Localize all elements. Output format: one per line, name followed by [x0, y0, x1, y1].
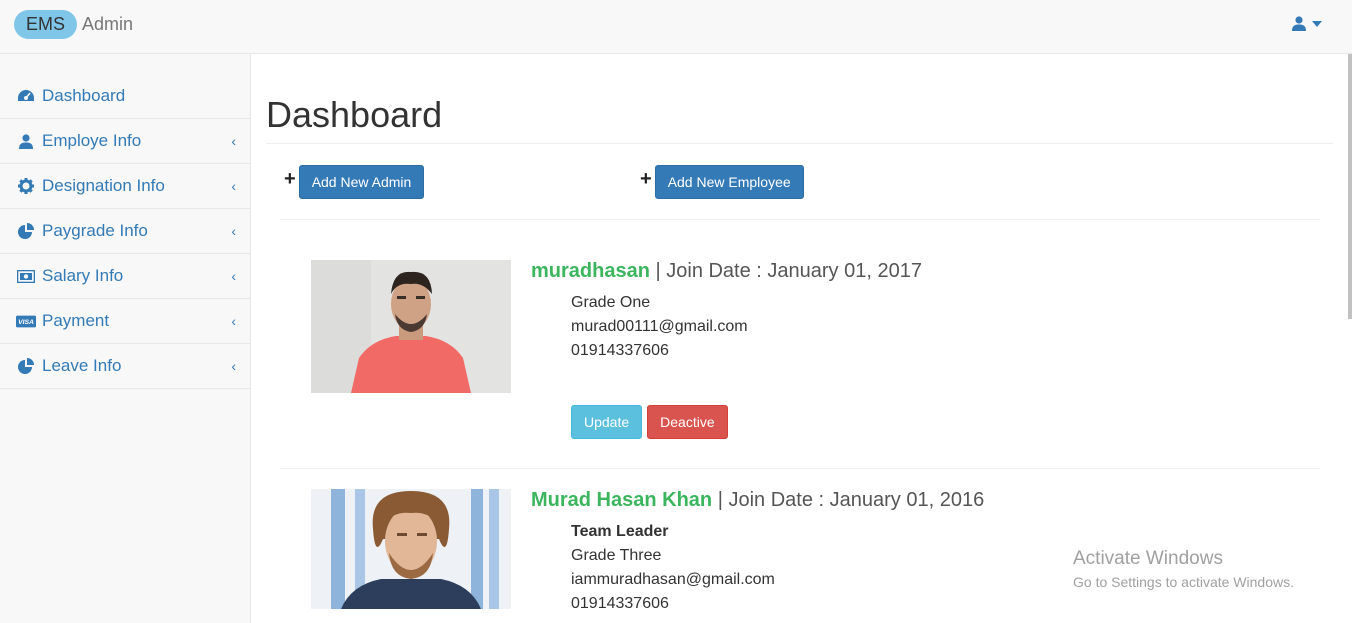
sidebar: Dashboard Employe Info ‹ Designation Inf… — [0, 54, 251, 623]
employee-phone: 01914337606 — [571, 595, 669, 612]
sidebar-item-dashboard[interactable]: Dashboard — [0, 74, 250, 119]
sidebar-item-label: Salary Info — [42, 266, 124, 285]
divider — [280, 468, 1320, 469]
chevron-down-icon — [1312, 20, 1322, 27]
divider — [266, 143, 1333, 144]
pie-chart-icon — [16, 357, 36, 375]
employee-email: iammuradhasan@gmail.com — [571, 571, 775, 588]
gear-icon — [16, 177, 36, 195]
sidebar-item-label: Leave Info — [42, 356, 122, 375]
employee-photo — [311, 489, 511, 609]
sidebar-item-label: Payment — [42, 311, 110, 330]
money-icon — [16, 267, 36, 285]
user-icon — [1292, 16, 1306, 31]
user-icon — [16, 132, 36, 150]
dashboard-icon — [16, 87, 36, 105]
sidebar-item-designation-info[interactable]: Designation Info ‹ — [0, 164, 250, 209]
scrollbar[interactable] — [1348, 54, 1352, 319]
employee-name[interactable]: muradhasan — [531, 260, 650, 282]
user-menu-dropdown[interactable] — [1292, 16, 1322, 31]
employee-grade: Grade One — [571, 294, 651, 311]
chevron-left-icon: ‹ — [231, 178, 236, 194]
employee-grade: Grade Three — [571, 547, 662, 564]
chevron-left-icon: ‹ — [231, 133, 236, 149]
windows-activation-watermark: Activate Windows Go to Settings to activ… — [1073, 548, 1294, 590]
svg-text:VISA: VISA — [18, 319, 34, 326]
update-button[interactable]: Update — [571, 405, 643, 439]
top-navbar: EMS Admin — [0, 0, 1352, 54]
sidebar-item-label: Employe Info — [42, 131, 142, 150]
add-new-employee-button[interactable]: Add New Employee — [654, 165, 804, 199]
plus-icon: + — [640, 167, 652, 190]
sidebar-item-leave-info[interactable]: Leave Info ‹ — [0, 344, 250, 389]
employee-heading: Murad Hasan Khan | Join Date : January 0… — [531, 489, 984, 512]
employee-heading: muradhasan | Join Date : January 01, 201… — [531, 260, 922, 283]
chevron-left-icon: ‹ — [231, 313, 236, 329]
join-date: | Join Date : January 01, 2016 — [712, 489, 985, 511]
chevron-left-icon: ‹ — [231, 223, 236, 239]
plus-icon: + — [284, 167, 296, 190]
visa-card-icon: VISA — [16, 312, 36, 330]
sidebar-item-salary-info[interactable]: Salary Info ‹ — [0, 254, 250, 299]
add-employee-action: + Add New Employee — [640, 165, 804, 199]
employee-info: Murad Hasan Khan | Join Date : January 0… — [531, 489, 984, 616]
main-content: Dashboard + Add New Admin + Add New Empl… — [251, 54, 1352, 623]
watermark-title: Activate Windows — [1073, 548, 1223, 569]
chevron-left-icon: ‹ — [231, 268, 236, 284]
sidebar-item-label: Designation Info — [42, 176, 165, 195]
chevron-left-icon: ‹ — [231, 358, 236, 374]
divider — [280, 219, 1320, 220]
employee-details: Grade One murad00111@gmail.com 019143376… — [571, 291, 922, 363]
brand-logo[interactable]: EMS Admin — [14, 10, 133, 39]
watermark-subtitle: Go to Settings to activate Windows. — [1073, 574, 1294, 590]
join-date: | Join Date : January 01, 2017 — [649, 260, 922, 282]
sidebar-item-label: Dashboard — [42, 86, 126, 105]
brand-pill: EMS — [14, 10, 78, 39]
employee-actions: Update Deactive — [571, 405, 922, 439]
employee-phone: 01914337606 — [571, 342, 669, 359]
employee-info: muradhasan | Join Date : January 01, 201… — [531, 260, 922, 439]
employee-name[interactable]: Murad Hasan Khan — [531, 489, 712, 511]
sidebar-item-label: Paygrade Info — [42, 221, 148, 240]
page-title: Dashboard — [266, 94, 443, 135]
deactive-button[interactable]: Deactive — [647, 405, 728, 439]
sidebar-item-payment[interactable]: VISA Payment ‹ — [0, 299, 250, 344]
brand-text: Admin — [82, 14, 134, 34]
employee-designation: Team Leader — [571, 523, 669, 540]
pie-chart-icon — [16, 222, 36, 240]
employee-photo — [311, 260, 511, 393]
employee-details: Team Leader Grade Three iammuradhasan@gm… — [571, 520, 984, 616]
sidebar-item-paygrade-info[interactable]: Paygrade Info ‹ — [0, 209, 250, 254]
add-admin-action: + Add New Admin — [284, 165, 425, 199]
add-new-admin-button[interactable]: Add New Admin — [298, 165, 425, 199]
employee-email: murad00111@gmail.com — [571, 318, 748, 335]
sidebar-item-employe-info[interactable]: Employe Info ‹ — [0, 119, 250, 164]
